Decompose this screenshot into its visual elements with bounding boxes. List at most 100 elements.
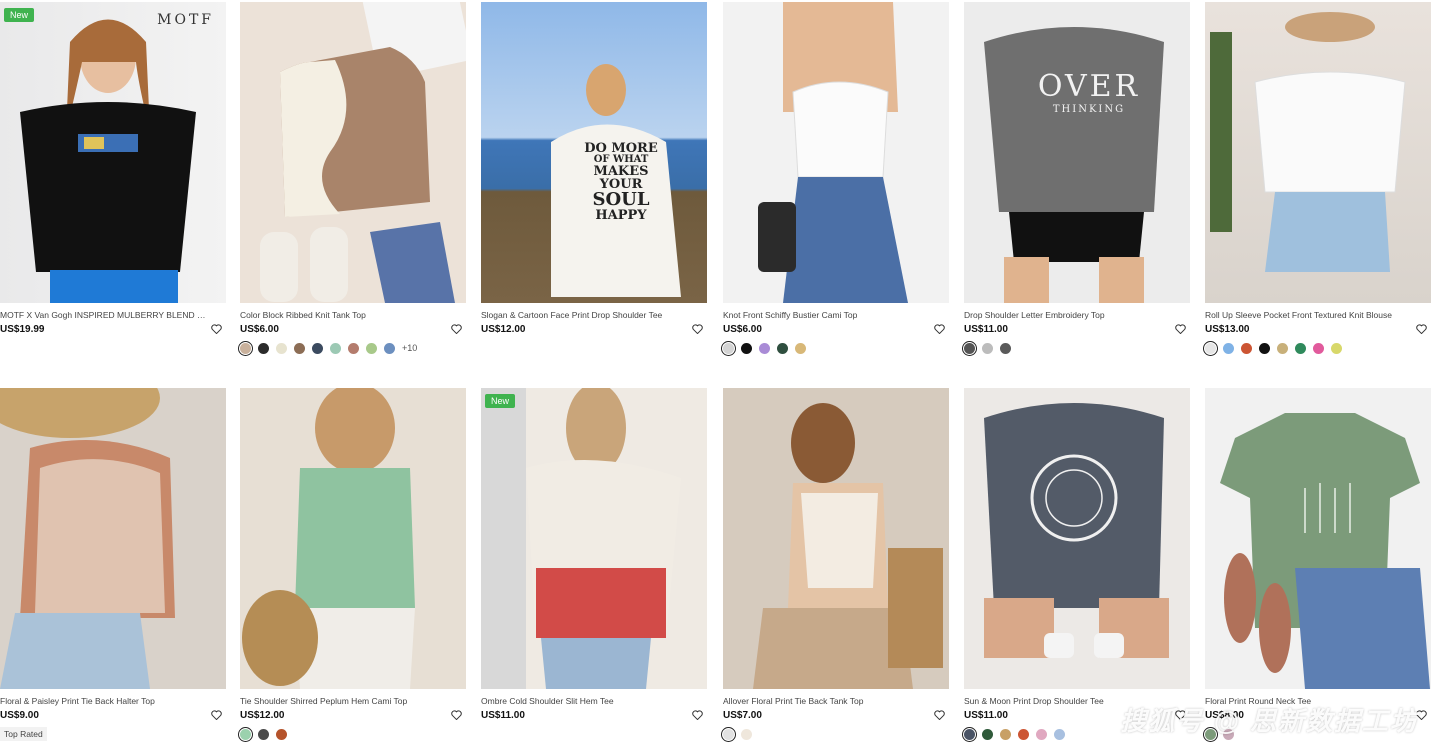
wishlist-heart-icon[interactable] <box>691 709 703 721</box>
product-image[interactable] <box>964 388 1190 689</box>
color-swatch[interactable] <box>795 342 806 354</box>
color-swatch[interactable] <box>238 726 253 742</box>
product-card[interactable]: New Ombre Cold Shoulder Slit Hem Tee US$… <box>481 388 707 723</box>
color-swatch[interactable] <box>312 342 323 354</box>
color-swatch[interactable] <box>366 342 377 354</box>
product-card[interactable]: OVER THINKING Drop Shoulder Letter Embro… <box>962 2 1190 356</box>
color-swatches: +10 <box>238 340 466 356</box>
wishlist-heart-icon[interactable] <box>210 323 222 335</box>
product-title[interactable]: Allover Floral Print Tie Back Tank Top <box>723 695 949 707</box>
color-swatch[interactable] <box>276 342 287 354</box>
product-image[interactable] <box>0 388 226 689</box>
product-image[interactable] <box>240 2 466 303</box>
product-image[interactable] <box>1205 388 1431 689</box>
product-image[interactable] <box>723 2 949 303</box>
product-image[interactable] <box>240 388 466 689</box>
color-swatch[interactable] <box>1331 342 1342 354</box>
shirt-print-text: OVER THINKING <box>1037 69 1141 115</box>
wishlist-heart-icon[interactable] <box>210 709 222 721</box>
product-title[interactable]: Color Block Ribbed Knit Tank Top <box>240 309 466 321</box>
product-title[interactable]: MOTF X Van Gogh INSPIRED MULBERRY BLEND … <box>0 309 226 321</box>
product-title[interactable]: Drop Shoulder Letter Embroidery Top <box>964 309 1190 321</box>
color-swatch[interactable] <box>238 340 253 356</box>
color-swatch[interactable] <box>294 342 305 354</box>
color-swatch[interactable] <box>1054 728 1065 740</box>
model-illustration <box>984 27 1164 303</box>
color-swatch[interactable] <box>759 342 770 354</box>
color-swatch[interactable] <box>962 726 977 742</box>
product-price: US$6.00 <box>723 323 762 335</box>
product-title[interactable]: Ombre Cold Shoulder Slit Hem Tee <box>481 695 707 707</box>
color-swatch[interactable] <box>1036 728 1047 740</box>
product-card[interactable]: Roll Up Sleeve Pocket Front Textured Kni… <box>1203 2 1431 356</box>
product-card[interactable]: New MOTF MOTF X Van Gogh INSPIRED MULBER… <box>0 2 226 337</box>
product-image[interactable]: New <box>481 388 707 689</box>
color-swatch[interactable] <box>721 340 736 356</box>
product-title[interactable]: Roll Up Sleeve Pocket Front Textured Kni… <box>1205 309 1431 321</box>
wishlist-heart-icon[interactable] <box>1174 323 1186 335</box>
wishlist-heart-icon[interactable] <box>450 323 462 335</box>
color-swatch[interactable] <box>721 726 736 742</box>
color-swatch[interactable] <box>1223 342 1234 354</box>
color-swatch[interactable] <box>258 342 269 354</box>
color-swatch[interactable] <box>1000 728 1011 740</box>
color-swatches <box>962 340 1190 356</box>
color-swatch[interactable] <box>962 340 977 356</box>
product-price: US$19.99 <box>0 323 45 335</box>
wishlist-heart-icon[interactable] <box>1415 323 1427 335</box>
watermark: 搜狐号 @ 思新数据工坊 <box>1120 706 1418 736</box>
color-swatch[interactable] <box>1000 342 1011 354</box>
product-image[interactable]: New MOTF <box>0 2 226 303</box>
product-image[interactable]: DO MORE OF WHAT MAKES YOUR SOUL HAPPY <box>481 2 707 303</box>
wishlist-heart-icon[interactable] <box>691 323 703 335</box>
product-price: US$12.00 <box>481 323 526 335</box>
color-swatch[interactable] <box>741 342 752 354</box>
color-swatch[interactable] <box>384 342 395 354</box>
color-swatch[interactable] <box>276 728 287 740</box>
model-illustration <box>758 2 908 303</box>
wishlist-heart-icon[interactable] <box>933 709 945 721</box>
product-card[interactable]: Sun & Moon Print Drop Shoulder Tee US$11… <box>962 388 1190 742</box>
color-swatch[interactable] <box>982 728 993 740</box>
product-price: US$11.00 <box>481 709 525 721</box>
product-card[interactable]: DO MORE OF WHAT MAKES YOUR SOUL HAPPY Sl… <box>481 2 707 337</box>
product-title[interactable]: Knot Front Schiffy Bustier Cami Top <box>723 309 949 321</box>
product-card[interactable]: Color Block Ribbed Knit Tank Top US$6.00… <box>238 2 466 356</box>
product-image[interactable] <box>723 388 949 689</box>
wishlist-heart-icon[interactable] <box>450 709 462 721</box>
product-price: US$11.00 <box>964 323 1008 335</box>
color-swatch[interactable] <box>777 342 788 354</box>
color-swatches <box>1203 340 1431 356</box>
color-swatch[interactable] <box>1018 728 1029 740</box>
color-swatch[interactable] <box>258 728 269 740</box>
model-illustration <box>481 388 681 689</box>
product-card[interactable]: Floral Print Round Neck Tee US$8.00 <box>1203 388 1431 742</box>
color-swatch[interactable] <box>741 728 752 740</box>
color-swatch[interactable] <box>982 342 993 354</box>
color-swatch[interactable] <box>1295 342 1306 354</box>
product-title[interactable]: Slogan & Cartoon Face Print Drop Shoulde… <box>481 309 707 321</box>
product-card[interactable]: Floral & Paisley Print Tie Back Halter T… <box>0 388 226 742</box>
product-card[interactable]: Allover Floral Print Tie Back Tank Top U… <box>721 388 949 742</box>
color-swatch[interactable] <box>348 342 359 354</box>
color-swatches <box>721 726 949 742</box>
color-swatch[interactable] <box>1203 340 1218 356</box>
product-card[interactable]: Knot Front Schiffy Bustier Cami Top US$6… <box>721 2 949 356</box>
more-colors-count[interactable]: +10 <box>402 343 417 353</box>
product-title[interactable]: Tie Shoulder Shirred Peplum Hem Cami Top <box>240 695 466 707</box>
new-badge: New <box>4 8 35 22</box>
product-image[interactable]: OVER THINKING <box>964 2 1190 303</box>
product-image[interactable] <box>1205 2 1431 303</box>
color-swatch[interactable] <box>1313 342 1324 354</box>
product-price: US$9.00 <box>0 709 39 721</box>
wishlist-heart-icon[interactable] <box>933 323 945 335</box>
top-rated-tag: Top Rated <box>0 727 47 741</box>
product-price: US$12.00 <box>240 709 285 721</box>
color-swatch[interactable] <box>1277 342 1288 354</box>
model-silhouette <box>20 19 196 303</box>
color-swatch[interactable] <box>1259 342 1270 354</box>
color-swatch[interactable] <box>1241 342 1252 354</box>
product-title[interactable]: Floral & Paisley Print Tie Back Halter T… <box>0 695 226 707</box>
product-card[interactable]: Tie Shoulder Shirred Peplum Hem Cami Top… <box>238 388 466 742</box>
color-swatch[interactable] <box>330 342 341 354</box>
